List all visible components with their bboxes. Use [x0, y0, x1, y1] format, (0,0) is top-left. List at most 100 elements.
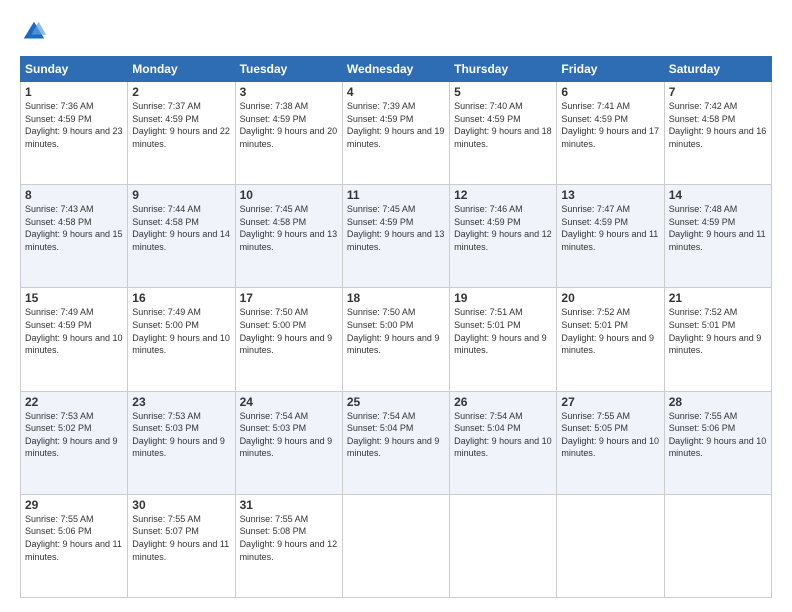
- calendar: SundayMondayTuesdayWednesdayThursdayFrid…: [20, 56, 772, 598]
- calendar-week-row: 8 Sunrise: 7:43 AM Sunset: 4:58 PM Dayli…: [21, 185, 772, 288]
- calendar-cell: 15 Sunrise: 7:49 AM Sunset: 4:59 PM Dayl…: [21, 288, 128, 391]
- logo-icon: [20, 18, 48, 46]
- calendar-cell: 17 Sunrise: 7:50 AM Sunset: 5:00 PM Dayl…: [235, 288, 342, 391]
- day-info: Sunrise: 7:40 AM Sunset: 4:59 PM Dayligh…: [454, 100, 552, 150]
- day-number: 23: [132, 395, 230, 409]
- day-info: Sunrise: 7:44 AM Sunset: 4:58 PM Dayligh…: [132, 203, 230, 253]
- day-info: Sunrise: 7:50 AM Sunset: 5:00 PM Dayligh…: [347, 306, 445, 356]
- calendar-cell: 30 Sunrise: 7:55 AM Sunset: 5:07 PM Dayl…: [128, 494, 235, 597]
- day-number: 29: [25, 498, 123, 512]
- day-info: Sunrise: 7:48 AM Sunset: 4:59 PM Dayligh…: [669, 203, 767, 253]
- weekday-header: Wednesday: [342, 57, 449, 82]
- day-info: Sunrise: 7:54 AM Sunset: 5:03 PM Dayligh…: [240, 410, 338, 460]
- calendar-cell: 22 Sunrise: 7:53 AM Sunset: 5:02 PM Dayl…: [21, 391, 128, 494]
- calendar-cell: 10 Sunrise: 7:45 AM Sunset: 4:58 PM Dayl…: [235, 185, 342, 288]
- day-info: Sunrise: 7:46 AM Sunset: 4:59 PM Dayligh…: [454, 203, 552, 253]
- calendar-cell: 27 Sunrise: 7:55 AM Sunset: 5:05 PM Dayl…: [557, 391, 664, 494]
- calendar-cell: [557, 494, 664, 597]
- calendar-cell: [342, 494, 449, 597]
- calendar-cell: 6 Sunrise: 7:41 AM Sunset: 4:59 PM Dayli…: [557, 82, 664, 185]
- day-info: Sunrise: 7:45 AM Sunset: 4:58 PM Dayligh…: [240, 203, 338, 253]
- day-number: 1: [25, 85, 123, 99]
- weekday-header: Monday: [128, 57, 235, 82]
- calendar-cell: 3 Sunrise: 7:38 AM Sunset: 4:59 PM Dayli…: [235, 82, 342, 185]
- day-number: 18: [347, 291, 445, 305]
- day-info: Sunrise: 7:55 AM Sunset: 5:05 PM Dayligh…: [561, 410, 659, 460]
- calendar-cell: 16 Sunrise: 7:49 AM Sunset: 5:00 PM Dayl…: [128, 288, 235, 391]
- day-info: Sunrise: 7:49 AM Sunset: 4:59 PM Dayligh…: [25, 306, 123, 356]
- calendar-cell: 4 Sunrise: 7:39 AM Sunset: 4:59 PM Dayli…: [342, 82, 449, 185]
- calendar-cell: 7 Sunrise: 7:42 AM Sunset: 4:58 PM Dayli…: [664, 82, 771, 185]
- day-number: 28: [669, 395, 767, 409]
- calendar-cell: 9 Sunrise: 7:44 AM Sunset: 4:58 PM Dayli…: [128, 185, 235, 288]
- weekday-header: Friday: [557, 57, 664, 82]
- day-number: 2: [132, 85, 230, 99]
- calendar-cell: 21 Sunrise: 7:52 AM Sunset: 5:01 PM Dayl…: [664, 288, 771, 391]
- calendar-cell: 25 Sunrise: 7:54 AM Sunset: 5:04 PM Dayl…: [342, 391, 449, 494]
- day-info: Sunrise: 7:51 AM Sunset: 5:01 PM Dayligh…: [454, 306, 552, 356]
- weekday-header: Tuesday: [235, 57, 342, 82]
- calendar-cell: 26 Sunrise: 7:54 AM Sunset: 5:04 PM Dayl…: [450, 391, 557, 494]
- weekday-header: Sunday: [21, 57, 128, 82]
- day-info: Sunrise: 7:49 AM Sunset: 5:00 PM Dayligh…: [132, 306, 230, 356]
- day-info: Sunrise: 7:39 AM Sunset: 4:59 PM Dayligh…: [347, 100, 445, 150]
- logo: [20, 18, 52, 46]
- calendar-cell: 12 Sunrise: 7:46 AM Sunset: 4:59 PM Dayl…: [450, 185, 557, 288]
- day-number: 22: [25, 395, 123, 409]
- calendar-cell: 20 Sunrise: 7:52 AM Sunset: 5:01 PM Dayl…: [557, 288, 664, 391]
- day-info: Sunrise: 7:42 AM Sunset: 4:58 PM Dayligh…: [669, 100, 767, 150]
- calendar-cell: 8 Sunrise: 7:43 AM Sunset: 4:58 PM Dayli…: [21, 185, 128, 288]
- day-number: 17: [240, 291, 338, 305]
- day-info: Sunrise: 7:55 AM Sunset: 5:08 PM Dayligh…: [240, 513, 338, 563]
- day-info: Sunrise: 7:36 AM Sunset: 4:59 PM Dayligh…: [25, 100, 123, 150]
- calendar-cell: 24 Sunrise: 7:54 AM Sunset: 5:03 PM Dayl…: [235, 391, 342, 494]
- day-number: 20: [561, 291, 659, 305]
- day-number: 25: [347, 395, 445, 409]
- day-info: Sunrise: 7:45 AM Sunset: 4:59 PM Dayligh…: [347, 203, 445, 253]
- calendar-week-row: 1 Sunrise: 7:36 AM Sunset: 4:59 PM Dayli…: [21, 82, 772, 185]
- weekday-header: Saturday: [664, 57, 771, 82]
- day-number: 24: [240, 395, 338, 409]
- calendar-cell: 18 Sunrise: 7:50 AM Sunset: 5:00 PM Dayl…: [342, 288, 449, 391]
- day-number: 3: [240, 85, 338, 99]
- day-info: Sunrise: 7:54 AM Sunset: 5:04 PM Dayligh…: [454, 410, 552, 460]
- calendar-cell: [450, 494, 557, 597]
- day-info: Sunrise: 7:37 AM Sunset: 4:59 PM Dayligh…: [132, 100, 230, 150]
- calendar-cell: 23 Sunrise: 7:53 AM Sunset: 5:03 PM Dayl…: [128, 391, 235, 494]
- day-number: 12: [454, 188, 552, 202]
- calendar-week-row: 15 Sunrise: 7:49 AM Sunset: 4:59 PM Dayl…: [21, 288, 772, 391]
- day-info: Sunrise: 7:53 AM Sunset: 5:02 PM Dayligh…: [25, 410, 123, 460]
- day-number: 14: [669, 188, 767, 202]
- calendar-cell: 28 Sunrise: 7:55 AM Sunset: 5:06 PM Dayl…: [664, 391, 771, 494]
- day-info: Sunrise: 7:41 AM Sunset: 4:59 PM Dayligh…: [561, 100, 659, 150]
- header: [20, 18, 772, 46]
- day-number: 8: [25, 188, 123, 202]
- day-number: 6: [561, 85, 659, 99]
- day-number: 16: [132, 291, 230, 305]
- day-number: 19: [454, 291, 552, 305]
- calendar-cell: 5 Sunrise: 7:40 AM Sunset: 4:59 PM Dayli…: [450, 82, 557, 185]
- calendar-cell: 1 Sunrise: 7:36 AM Sunset: 4:59 PM Dayli…: [21, 82, 128, 185]
- calendar-cell: 29 Sunrise: 7:55 AM Sunset: 5:06 PM Dayl…: [21, 494, 128, 597]
- day-number: 13: [561, 188, 659, 202]
- calendar-cell: 11 Sunrise: 7:45 AM Sunset: 4:59 PM Dayl…: [342, 185, 449, 288]
- day-info: Sunrise: 7:55 AM Sunset: 5:06 PM Dayligh…: [25, 513, 123, 563]
- day-number: 31: [240, 498, 338, 512]
- day-number: 9: [132, 188, 230, 202]
- day-number: 7: [669, 85, 767, 99]
- day-info: Sunrise: 7:53 AM Sunset: 5:03 PM Dayligh…: [132, 410, 230, 460]
- day-info: Sunrise: 7:55 AM Sunset: 5:06 PM Dayligh…: [669, 410, 767, 460]
- weekday-header: Thursday: [450, 57, 557, 82]
- day-number: 4: [347, 85, 445, 99]
- day-info: Sunrise: 7:52 AM Sunset: 5:01 PM Dayligh…: [561, 306, 659, 356]
- day-info: Sunrise: 7:52 AM Sunset: 5:01 PM Dayligh…: [669, 306, 767, 356]
- day-number: 11: [347, 188, 445, 202]
- calendar-cell: 19 Sunrise: 7:51 AM Sunset: 5:01 PM Dayl…: [450, 288, 557, 391]
- calendar-cell: [664, 494, 771, 597]
- day-number: 10: [240, 188, 338, 202]
- day-info: Sunrise: 7:43 AM Sunset: 4:58 PM Dayligh…: [25, 203, 123, 253]
- day-number: 15: [25, 291, 123, 305]
- calendar-week-row: 29 Sunrise: 7:55 AM Sunset: 5:06 PM Dayl…: [21, 494, 772, 597]
- day-info: Sunrise: 7:38 AM Sunset: 4:59 PM Dayligh…: [240, 100, 338, 150]
- day-number: 27: [561, 395, 659, 409]
